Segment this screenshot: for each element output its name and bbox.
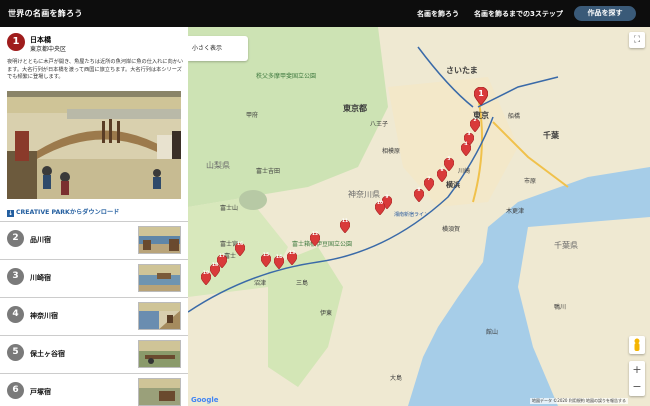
station-marker[interactable]: 13	[286, 250, 298, 266]
station-marker[interactable]: 18	[209, 262, 221, 278]
station-number-badge: 4	[7, 306, 24, 323]
station-thumbnail	[138, 226, 181, 254]
station-marker-number: 8	[417, 188, 421, 193]
station-label: 品川宿	[30, 236, 51, 244]
station-location: 東京都中央区	[30, 46, 67, 53]
station-marker[interactable]: 2	[469, 117, 481, 133]
station-marker-number: 7	[427, 177, 431, 182]
station-number-badge: 3	[7, 268, 24, 285]
station-marker[interactable]: 10	[374, 200, 386, 216]
station-marker-number: 14	[275, 255, 283, 260]
station-thumbnail	[138, 378, 181, 406]
station-marker[interactable]: 11	[339, 218, 351, 234]
station-marker-number: 1	[478, 89, 484, 98]
station-marker[interactable]: 14	[273, 254, 285, 270]
station-marker[interactable]: 15	[260, 252, 272, 268]
station-marker-number: 2	[473, 118, 477, 123]
station-number-badge: 1	[7, 33, 25, 51]
station-description: 夜明けとともに木戸が開き、魚屋たちは近所の魚河岸に魚の仕入れに向かいます。大名行…	[7, 59, 184, 80]
station-thumbnail	[138, 302, 181, 330]
street-view-pegman-icon[interactable]	[629, 336, 645, 354]
station-row-5[interactable]: 5 保土ヶ谷宿	[0, 336, 188, 374]
station-marker-number: 15	[262, 253, 270, 258]
download-link[interactable]: ↓ CREATIVE PARKからダウンロード	[7, 207, 119, 217]
station-marker[interactable]: 19	[200, 270, 212, 286]
station-marker-number: 11	[341, 219, 349, 224]
station-label: 川崎宿	[30, 274, 51, 282]
station-marker-number: 18	[211, 263, 219, 268]
station-marker-number: 16	[236, 242, 244, 247]
station-marker[interactable]: 7	[423, 176, 435, 192]
station-thumbnail	[138, 340, 181, 368]
marker-layer: 1 2 3 4 5 6 7 8 9 10 11 12 13 14 15 16 17 18 19	[188, 27, 650, 406]
station-number-badge: 2	[7, 230, 24, 247]
station-marker-number: 3	[467, 132, 471, 137]
station-marker-number: 5	[447, 157, 451, 162]
download-label: CREATIVE PARKからダウンロード	[16, 209, 120, 216]
station-marker-number: 13	[288, 251, 296, 256]
station-marker-number: 6	[440, 168, 444, 173]
station-row-2[interactable]: 2 品川宿	[0, 222, 188, 260]
station-marker[interactable]: 16	[234, 241, 246, 257]
station-marker[interactable]: 1	[473, 86, 489, 106]
station-row-6[interactable]: 6 戸塚宿	[0, 374, 188, 406]
site-title[interactable]: 世界の名画を飾ろう	[8, 8, 83, 19]
station-label: 神奈川宿	[30, 312, 58, 320]
google-logo: Google	[191, 396, 219, 404]
station-marker[interactable]: 6	[436, 167, 448, 183]
zoom-control: + −	[629, 361, 645, 396]
station-sidebar: 1 日本橋 東京都中央区 夜明けとともに木戸が開き、魚屋たちは近所の魚河岸に魚の…	[0, 27, 188, 406]
station-marker[interactable]: 8	[413, 187, 425, 203]
station-marker[interactable]: 4	[460, 141, 472, 157]
route-map[interactable]: さいたま 東京都 東京 千葉 千葉県 山梨県 神奈川県 川崎 横浜 横須賀 富士…	[188, 27, 650, 406]
download-icon: ↓	[7, 210, 14, 217]
nav-link-three-steps[interactable]: 名画を飾るまでの3ステップ	[474, 9, 563, 19]
zoom-in-button[interactable]: +	[629, 361, 645, 378]
station-label: 保土ヶ谷宿	[30, 350, 65, 358]
station-marker[interactable]: 12	[309, 231, 321, 247]
find-artwork-button[interactable]: 作品を探す	[574, 6, 636, 21]
station-row-3[interactable]: 3 川崎宿	[0, 260, 188, 298]
station-marker-number: 17	[218, 254, 226, 259]
fullscreen-icon[interactable]: ⛶	[629, 32, 645, 48]
station-thumbnail	[138, 264, 181, 292]
station-number-badge: 5	[7, 344, 24, 361]
station-row-4[interactable]: 4 神奈川宿	[0, 298, 188, 336]
station-marker-number: 19	[202, 271, 210, 276]
nihonbashi-print-image	[7, 91, 181, 199]
map-attribution[interactable]: 地図データ ©2020 利用規約 地図の誤りを報告する	[530, 398, 628, 404]
zoom-out-button[interactable]: −	[629, 378, 645, 395]
nav-link-decorate[interactable]: 名画を飾ろう	[417, 9, 459, 19]
station-marker-number: 12	[311, 232, 319, 237]
top-bar: 世界の名画を飾ろう 名画を飾ろう 名画を飾るまでの3ステップ 作品を探す	[0, 0, 650, 27]
station-marker-number: 10	[376, 201, 384, 206]
station-marker-number: 4	[464, 142, 468, 147]
station-number-badge: 6	[7, 382, 24, 399]
small-view-button[interactable]: 小さく表示	[188, 36, 248, 61]
station-label: 戸塚宿	[30, 388, 51, 396]
